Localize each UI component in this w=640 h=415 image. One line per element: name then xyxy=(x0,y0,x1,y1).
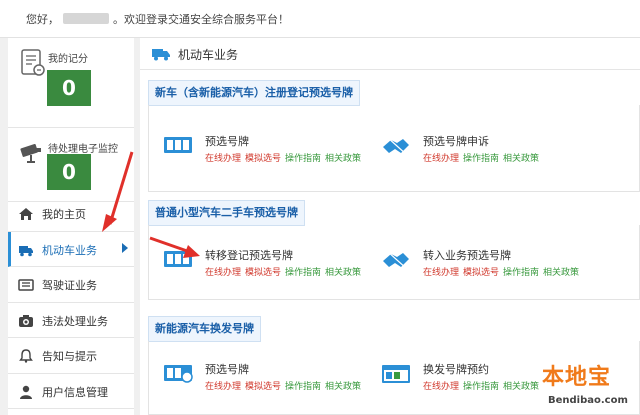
greeting: 您好， 。欢迎登录交通安全综合服务平台！ xyxy=(26,11,289,27)
watermark-logo: 本地宝 Bendibao.com xyxy=(520,357,640,415)
link-guide[interactable]: 操作指南 xyxy=(285,154,321,164)
top-bar: 您好， 。欢迎登录交通安全综合服务平台！ xyxy=(0,0,640,38)
section-used-car: 普通小型汽车二手车预选号牌 转移登记预选号牌 在线办理 模拟选号 操作指南 相关政策 xyxy=(148,200,640,300)
tickets-count[interactable]: 0 xyxy=(47,154,91,190)
camera-monitor-icon xyxy=(20,143,41,163)
service-links: 在线办理 模拟选号 操作指南 相关政策 xyxy=(205,151,365,164)
sidebar-item-violation[interactable]: 违法处理业务 xyxy=(8,303,134,338)
service-name[interactable]: 预选号牌 xyxy=(205,361,249,377)
home-icon xyxy=(19,208,33,220)
points-count[interactable]: 0 xyxy=(47,70,91,106)
service-name[interactable]: 换发号牌预约 xyxy=(423,361,489,377)
service-name[interactable]: 预选号牌 xyxy=(205,133,249,149)
link-policy[interactable]: 相关政策 xyxy=(325,268,361,278)
watermark-site: Bendibao.com xyxy=(548,395,628,406)
greeting-suffix: 。欢迎登录交通安全综合服务平台！ xyxy=(113,13,289,26)
sidebar-item-label: 违法处理业务 xyxy=(42,314,108,328)
chevron-right-icon xyxy=(122,242,128,253)
id-card-icon xyxy=(18,279,34,291)
link-online[interactable]: 在线办理 xyxy=(205,382,241,392)
sidebar-item-user-info[interactable]: 用户信息管理 xyxy=(8,374,134,409)
service-name[interactable]: 转入业务预选号牌 xyxy=(423,247,511,263)
service-name[interactable]: 预选号牌申诉 xyxy=(423,133,489,149)
link-guide[interactable]: 操作指南 xyxy=(463,382,499,392)
page-title: 机动车业务 xyxy=(178,48,239,62)
link-online[interactable]: 在线办理 xyxy=(423,382,459,392)
section-new-vehicle: 新车（含新能源汽车）注册登记预选号牌 预选号牌 在线办理 模拟选号 操作指南 相关政策 xyxy=(148,80,640,192)
calendar-icon xyxy=(382,365,410,383)
link-guide[interactable]: 操作指南 xyxy=(285,382,321,392)
link-simulate[interactable]: 模拟选号 xyxy=(245,382,281,392)
section-title: 普通小型汽车二手车预选号牌 xyxy=(148,200,305,226)
points-panel[interactable]: 我的记分 0 xyxy=(8,38,134,128)
section-box: 转移登记预选号牌 在线办理 模拟选号 操作指南 相关政策 转入业务预选号牌 在线办理模… xyxy=(148,225,640,300)
section-title: 新能源汽车换发号牌 xyxy=(148,316,261,342)
sidebar-item-label: 告知与提示 xyxy=(42,350,97,363)
link-simulate[interactable]: 模拟选号 xyxy=(245,154,281,164)
username-redacted xyxy=(63,13,109,24)
sidebar: 我的记分 0 待处理电子监控 0 我的主页 机动车业务 驾驶证业务 违法处理业务… xyxy=(8,38,134,415)
service-name[interactable]: 转移登记预选号牌 xyxy=(205,247,293,263)
sidebar-nav: 我的主页 机动车业务 驾驶证业务 违法处理业务 告知与提示 用户信息管理 xyxy=(8,196,134,409)
sidebar-item-license[interactable]: 驾驶证业务 xyxy=(8,267,134,303)
service-links: 在线办理 操作指南 相关政策 xyxy=(423,151,543,164)
sidebar-item-label: 用户信息管理 xyxy=(42,385,108,399)
link-policy[interactable]: 相关政策 xyxy=(543,268,579,278)
link-online[interactable]: 在线办理 xyxy=(205,268,241,278)
points-label: 我的记分 xyxy=(48,54,88,65)
handshake-icon xyxy=(383,250,409,270)
link-online[interactable]: 在线办理 xyxy=(205,154,241,164)
service-links: 在线办理 模拟选号 操作指南 相关政策 xyxy=(423,265,583,278)
truck-icon xyxy=(152,49,170,61)
link-guide[interactable]: 操作指南 xyxy=(463,154,499,164)
watermark-title: 本地宝 xyxy=(542,365,612,390)
camera-icon xyxy=(19,314,33,327)
link-guide[interactable]: 操作指南 xyxy=(285,268,321,278)
greeting-prefix: 您好， xyxy=(26,13,59,26)
link-policy[interactable]: 相关政策 xyxy=(503,154,539,164)
tickets-panel[interactable]: 待处理电子监控 0 xyxy=(8,128,134,202)
bell-icon xyxy=(19,349,33,363)
link-online[interactable]: 在线办理 xyxy=(423,268,459,278)
sidebar-item-label: 我的主页 xyxy=(42,208,86,221)
license-plate-icon xyxy=(164,251,192,267)
link-policy[interactable]: 相关政策 xyxy=(325,154,361,164)
section-title: 新车（含新能源汽车）注册登记预选号牌 xyxy=(148,80,360,106)
section-box: 预选号牌 在线办理 模拟选号 操作指南 相关政策 预选号牌申诉 在线办理 操作指南 相关政… xyxy=(148,105,640,192)
license-plate-icon xyxy=(164,137,192,153)
license-plate-icon xyxy=(164,365,193,383)
service-links: 在线办理 模拟选号 操作指南 相关政策 xyxy=(205,265,365,278)
link-policy[interactable]: 相关政策 xyxy=(325,382,361,392)
sidebar-item-home[interactable]: 我的主页 xyxy=(8,196,134,232)
main-header: 机动车业务 xyxy=(140,38,640,70)
sidebar-item-notices[interactable]: 告知与提示 xyxy=(8,338,134,374)
service-links: 在线办理 模拟选号 操作指南 相关政策 xyxy=(205,379,365,392)
link-online[interactable]: 在线办理 xyxy=(423,154,459,164)
link-simulate[interactable]: 模拟选号 xyxy=(463,268,499,278)
tickets-label: 待处理电子监控 xyxy=(48,144,118,155)
document-icon xyxy=(21,49,45,76)
sidebar-item-label: 机动车业务 xyxy=(42,243,97,257)
sidebar-item-vehicle[interactable]: 机动车业务 xyxy=(8,231,134,267)
link-guide[interactable]: 操作指南 xyxy=(503,268,539,278)
sidebar-item-label: 驾驶证业务 xyxy=(42,279,97,292)
user-icon xyxy=(20,385,32,399)
truck-icon xyxy=(19,245,33,256)
link-simulate[interactable]: 模拟选号 xyxy=(245,268,281,278)
handshake-icon xyxy=(383,136,409,156)
